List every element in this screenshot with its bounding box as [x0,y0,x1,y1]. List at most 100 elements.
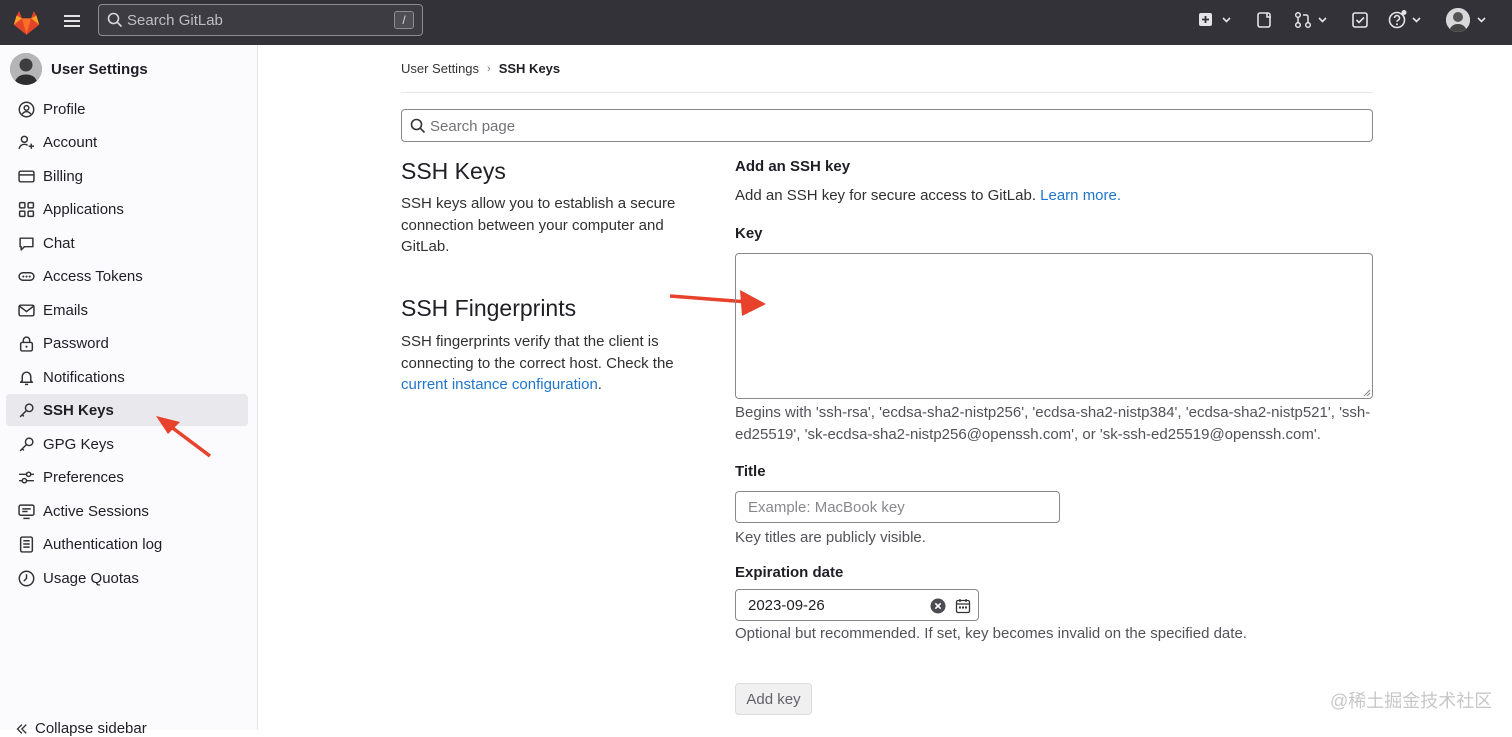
breadcrumb-current: SSH Keys [498,61,561,76]
sidebar-item-label: GPG Keys [43,435,114,453]
sidebar-item-billing[interactable]: Billing [6,160,248,192]
chevron-down-icon[interactable] [1475,10,1489,30]
email-icon [18,303,35,317]
settings-sidebar: User Settings Profile Account Billing Ap… [0,45,258,737]
sidebar-item-usage-quotas[interactable]: Usage Quotas [6,562,248,594]
sidebar-item-preferences[interactable]: Preferences [6,461,248,493]
annotation-arrow [156,416,212,458]
title-placeholder: Example: MacBook key [748,499,905,516]
merge-requests-icon[interactable] [1294,10,1330,30]
sidebar-item-profile[interactable]: Profile [6,93,248,125]
sidebar-item-label: Password [43,334,109,352]
lock-icon [19,335,34,352]
breadcrumb: User Settings › SSH Keys [401,61,560,76]
sidebar-item-chat[interactable]: Chat [6,227,248,259]
resize-handle-icon[interactable] [1363,389,1371,397]
collapse-sidebar-button[interactable]: Collapse sidebar [14,720,147,737]
bell-icon [19,370,34,385]
key-icon [19,402,34,417]
fingerprints-end: . [597,376,602,393]
collapse-sidebar-label: Collapse sidebar [35,720,147,737]
collapse-icon [16,723,27,734]
page-search-placeholder: Search page [430,118,516,135]
sidebar-item-label: Applications [43,200,124,218]
sidebar-item-label: Chat [43,234,75,252]
sidebar-item-label: Access Tokens [43,267,143,285]
instance-configuration-link[interactable]: current instance configuration [401,376,598,393]
applications-icon [18,201,35,217]
title-help-text: Key titles are publicly visible. [735,529,926,546]
token-icon [18,271,35,281]
add-ssh-key-heading: Add an SSH key [735,158,851,175]
clear-icon[interactable] [930,598,946,614]
search-icon [107,12,123,28]
top-navbar: Search GitLab / [0,0,1512,45]
issues-icon[interactable] [1256,10,1274,30]
gitlab-logo-icon[interactable] [12,8,41,36]
avatar [10,53,42,85]
key-icon [19,436,34,451]
learn-more-link[interactable]: Learn more. [1040,187,1121,204]
calendar-icon[interactable] [955,598,971,614]
expiration-date-value: 2023-09-26 [748,597,825,614]
title-input[interactable]: Example: MacBook key [735,491,1060,523]
search-shortcut-key: / [394,11,414,29]
search-icon [410,118,426,134]
sidebar-item-label: Billing [43,167,84,185]
sidebar-item-authentication-log[interactable]: Authentication log [6,528,248,560]
title-label: Title [735,463,766,480]
sidebar-header[interactable]: User Settings [10,53,148,85]
sidebar-item-label: Active Sessions [43,502,149,520]
monitor-icon [18,503,35,519]
preferences-icon [19,470,34,484]
intro-text: Add an SSH key for secure access to GitL… [735,187,1036,204]
sidebar-item-label: Preferences [43,468,124,486]
sidebar-item-label: Emails [43,301,89,319]
sidebar-item-label: Usage Quotas [43,569,139,587]
billing-icon [18,169,35,183]
key-textarea[interactable] [735,253,1373,399]
user-avatar[interactable] [1446,8,1470,32]
expiration-date-label: Expiration date [735,564,844,581]
global-search-input[interactable]: Search GitLab / [98,4,423,36]
expiration-help-text: Optional but recommended. If set, key be… [735,625,1247,642]
account-icon [18,135,34,149]
sidebar-title: User Settings [51,60,148,78]
key-help-text: Begins with 'ssh-rsa', 'ecdsa-sha2-nistp… [735,404,1371,443]
page-search-input[interactable]: Search page [401,109,1373,142]
sidebar-item-notifications[interactable]: Notifications [6,361,248,393]
chevron-right-icon: › [487,62,491,75]
key-label: Key [735,225,763,242]
log-icon [19,535,34,553]
sidebar-item-label: Notifications [43,368,125,386]
quota-icon [18,570,35,586]
chat-icon [19,236,34,251]
new-item-dropdown-icon[interactable] [1198,10,1234,30]
ssh-fingerprints-heading: SSH Fingerprints [401,295,577,321]
sidebar-item-applications[interactable]: Applications [6,193,248,225]
ssh-fingerprints-description: SSH fingerprints verify that the client … [401,331,686,396]
todo-icon[interactable] [1351,10,1369,30]
fingerprints-text: SSH fingerprints verify that the client … [401,333,674,372]
sidebar-item-password[interactable]: Password [6,327,248,359]
ssh-keys-description: SSH keys allow you to establish a secure… [401,195,676,255]
add-key-button[interactable]: Add key [735,683,812,715]
sidebar-item-emails[interactable]: Emails [6,294,248,326]
ssh-keys-heading: SSH Keys [401,158,506,184]
search-placeholder: Search GitLab [127,12,223,29]
sidebar-item-label: SSH Keys [43,401,114,419]
add-ssh-key-intro: Add an SSH key for secure access to GitL… [735,187,1121,204]
divider [401,92,1373,93]
sidebar-item-label: Account [43,133,98,151]
expiration-date-input[interactable]: 2023-09-26 [735,589,979,621]
watermark: @稀土掘金技术社区 [1330,691,1493,711]
profile-icon [18,101,35,117]
menu-icon[interactable] [62,11,82,31]
help-dropdown-icon[interactable] [1388,10,1424,30]
sidebar-item-access-tokens[interactable]: Access Tokens [6,260,248,292]
sidebar-item-label: Profile [43,100,86,118]
sidebar-item-active-sessions[interactable]: Active Sessions [6,495,248,527]
sidebar-item-account[interactable]: Account [6,126,248,158]
sidebar-item-label: Authentication log [43,535,163,553]
breadcrumb-parent-link[interactable]: User Settings [401,61,479,76]
